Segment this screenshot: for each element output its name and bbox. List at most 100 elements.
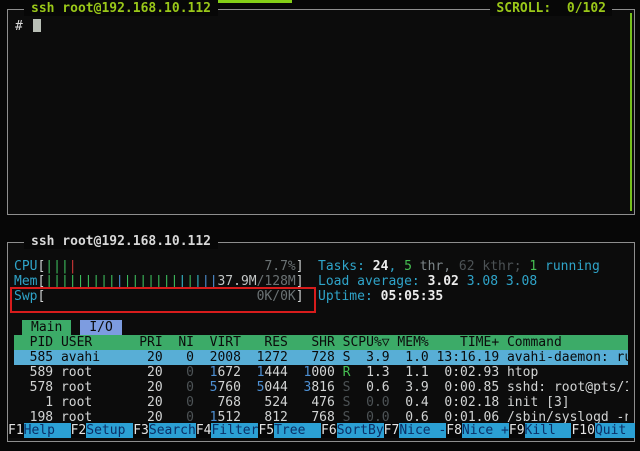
tab-io[interactable]: I/O <box>80 320 121 335</box>
fkey-label-nice+[interactable]: Nice + <box>462 423 509 438</box>
column-header-mem%[interactable]: MEM% <box>390 335 429 350</box>
fkey-label-nice-[interactable]: Nice - <box>399 423 446 438</box>
load-average-line: Load average: 3.02 3.08 3.08 <box>318 274 600 289</box>
htop-meters: CPU[||||7.7%]Mem[||||||||||||||||||||||3… <box>14 259 304 304</box>
cell-user: root <box>53 365 131 380</box>
cell-virt: 5760 <box>194 380 241 395</box>
htop-info: Tasks: 24, 5 thr, 62 kthr; 1 runningLoad… <box>318 259 600 304</box>
column-header-time+[interactable]: TIME+ <box>429 335 499 350</box>
table-row[interactable]: 589root200167214441000R1.31.10:02.93htop <box>14 365 628 380</box>
cell-pri: 20 <box>131 350 162 365</box>
tmux-pane-shell[interactable]: ssh root@192.168.10.112 SCROLL: 0/102 # <box>7 9 635 215</box>
fkey-f10[interactable]: F10 <box>571 423 594 438</box>
meter-value: 0K/0K <box>257 289 296 304</box>
column-header-command[interactable]: Command <box>499 335 628 350</box>
column-header-user[interactable]: USER <box>53 335 131 350</box>
fkey-f9[interactable]: F9 <box>509 423 525 438</box>
fkey-f3[interactable]: F3 <box>133 423 149 438</box>
cell-cpu: 0.6 <box>350 380 389 395</box>
htop-app: CPU[||||7.7%]Mem[||||||||||||||||||||||3… <box>14 259 628 438</box>
tmux-pane-htop[interactable]: ssh root@192.168.10.112 CPU[||||7.7%]Mem… <box>7 242 635 442</box>
bottom-pane-title: ssh root@192.168.10.112 <box>24 234 218 249</box>
cell-user: root <box>53 380 131 395</box>
column-header-virt[interactable]: VIRT <box>194 335 241 350</box>
cell-s: R <box>335 365 351 380</box>
fkey-label-kill[interactable]: Kill <box>525 423 572 438</box>
cell-s: S <box>335 395 351 410</box>
fkey-f4[interactable]: F4 <box>196 423 212 438</box>
column-header-ni[interactable]: NI <box>163 335 194 350</box>
cell-virt: 1672 <box>194 365 241 380</box>
cell-res: 1444 <box>241 365 288 380</box>
cell-shr: 1000 <box>288 365 335 380</box>
cell-mem: 1.1 <box>390 365 429 380</box>
cell-time: 13:16.19 <box>429 350 499 365</box>
cell-pid: 1 <box>14 395 53 410</box>
cell-mem: 1.0 <box>390 350 429 365</box>
shell-prompt[interactable]: # <box>15 19 41 34</box>
tasks-line: Tasks: 24, 5 thr, 62 kthr; 1 running <box>318 259 600 274</box>
cell-shr: 3816 <box>288 380 335 395</box>
process-table-header[interactable]: PIDUSERPRINIVIRTRESSHRSCPU%▽MEM%TIME+Com… <box>14 335 628 350</box>
cell-mem: 0.4 <box>390 395 429 410</box>
table-row[interactable]: 585avahi20020081272728S3.91.013:16.19ava… <box>14 350 628 365</box>
column-header-pri[interactable]: PRI <box>131 335 162 350</box>
cell-cpu: 1.3 <box>350 365 389 380</box>
cell-user: root <box>53 395 131 410</box>
meter-bars: ||||||||||||||||||||||37.9M/128M <box>45 274 295 289</box>
cell-pid: 589 <box>14 365 53 380</box>
cell-pri: 20 <box>131 365 162 380</box>
uptime-line: Uptime: 05:05:35 <box>318 289 600 304</box>
fkey-label-quit[interactable]: Quit <box>595 423 635 438</box>
fkey-f7[interactable]: F7 <box>384 423 400 438</box>
fkey-f6[interactable]: F6 <box>321 423 337 438</box>
cell-ni: 0 <box>163 365 194 380</box>
cell-shr: 476 <box>288 395 335 410</box>
fkey-f2[interactable]: F2 <box>71 423 87 438</box>
cell-ni: 0 <box>163 380 194 395</box>
meter-bars: ||||7.7% <box>45 259 295 274</box>
column-header-res[interactable]: RES <box>241 335 288 350</box>
cell-mem: 3.9 <box>390 380 429 395</box>
cell-command: avahi-daemon: running <box>499 350 628 365</box>
cell-res: 524 <box>241 395 288 410</box>
text-cursor <box>33 19 41 32</box>
fkey-label-sortby[interactable]: SortBy <box>337 423 384 438</box>
cell-ni: 0 <box>163 395 194 410</box>
cell-user: avahi <box>53 350 131 365</box>
screen-top-green-strip <box>218 0 292 3</box>
meter-mem: Mem[||||||||||||||||||||||37.9M/128M] <box>14 274 304 289</box>
fkey-f1[interactable]: F1 <box>8 423 24 438</box>
tab-main[interactable]: Main <box>22 320 71 335</box>
column-header-shr[interactable]: SHR <box>288 335 335 350</box>
table-row[interactable]: 1root200768524476S0.00.40:02.18init [3] <box>14 395 628 410</box>
column-header-s[interactable]: S <box>335 335 351 350</box>
process-table: 585avahi20020081272728S3.91.013:16.19ava… <box>14 350 628 425</box>
cell-pri: 20 <box>131 395 162 410</box>
cell-s: S <box>335 350 351 365</box>
cell-ni: 0 <box>163 350 194 365</box>
cell-virt: 768 <box>194 395 241 410</box>
cell-pid: 578 <box>14 380 53 395</box>
cell-time: 0:00.85 <box>429 380 499 395</box>
fkey-label-tree[interactable]: Tree <box>274 423 321 438</box>
cell-shr: 728 <box>288 350 335 365</box>
meter-bars: 0K/0K <box>45 289 295 304</box>
cell-s: S <box>335 380 351 395</box>
fkey-f5[interactable]: F5 <box>258 423 274 438</box>
scroll-indicator: SCROLL: 0/102 <box>490 1 612 16</box>
column-header-cpu%[interactable]: CPU%▽ <box>350 335 389 350</box>
top-pane-title: ssh root@192.168.10.112 <box>24 1 218 16</box>
fkey-label-setup[interactable]: Setup <box>86 423 133 438</box>
fkey-label-filter[interactable]: Filter <box>211 423 258 438</box>
cell-command: htop <box>499 365 628 380</box>
table-row[interactable]: 578root200576050443816S0.63.90:00.85sshd… <box>14 380 628 395</box>
column-header-pid[interactable]: PID <box>14 335 53 350</box>
fkey-label-help[interactable]: Help <box>24 423 71 438</box>
function-key-bar: F1HelpF2SetupF3SearchF4FilterF5TreeF6Sor… <box>8 423 635 438</box>
cell-command: sshd: root@pts/1 <box>499 380 628 395</box>
fkey-label-search[interactable]: Search <box>149 423 196 438</box>
fkey-f8[interactable]: F8 <box>446 423 462 438</box>
scrollbar[interactable] <box>630 13 632 211</box>
htop-tabs: Main I/O <box>14 320 122 335</box>
